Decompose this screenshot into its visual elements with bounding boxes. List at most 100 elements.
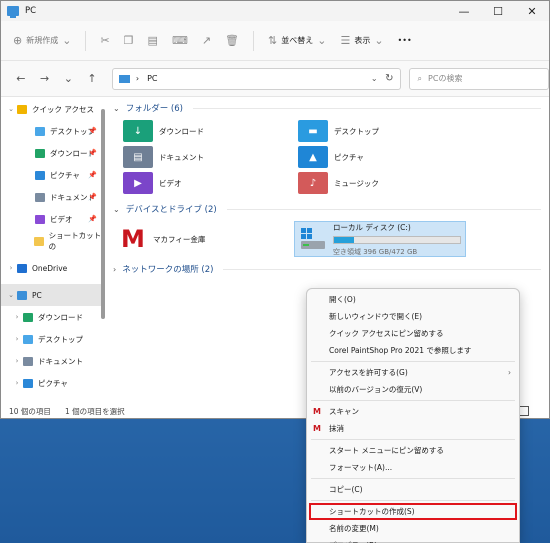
sidebar-item-pc-downloads[interactable]: › ダウンロード	[1, 306, 105, 328]
refresh-icon[interactable]: ↻	[385, 73, 393, 84]
sidebar-item-label: ショートカットの	[48, 231, 102, 251]
sidebar-item-downloads[interactable]: ダウンロード 📌	[1, 142, 105, 164]
sidebar-item-pc-documents[interactable]: › ドキュメント	[1, 350, 105, 372]
sidebar-item-pc-desktop[interactable]: › デスクトップ	[1, 328, 105, 350]
sidebar-item-quick-access[interactable]: ⌄ クイック アクセス	[1, 98, 105, 120]
forward-button[interactable]: →	[33, 72, 57, 85]
context-menu-item[interactable]: 以前のバージョンの復元(V)	[307, 381, 519, 398]
context-menu-item[interactable]: コピー(C)	[307, 481, 519, 498]
context-menu-item[interactable]: 名前の変更(M)	[307, 520, 519, 537]
windows-drive-icon	[299, 227, 327, 251]
context-menu-item[interactable]: 開く(O)	[307, 291, 519, 308]
chevron-icon[interactable]: ›	[11, 313, 23, 321]
download-icon	[23, 312, 33, 322]
context-menu-label: 以前のバージョンの復元(V)	[329, 385, 423, 394]
folder-grid: ↓ ダウンロード ▬ デスクトップ ▤ ドキュメント ▲ ピクチャ ▶ ビデオ ♪ ミュージック	[109, 118, 549, 196]
documents-icon	[23, 356, 33, 366]
sort-button[interactable]: ⇅ 並べ替え ⌄	[268, 34, 326, 47]
folder-item[interactable]: ▲ ピクチャ	[298, 144, 473, 170]
paste-button[interactable]: ▤	[148, 34, 158, 47]
paste-icon: ▤	[147, 34, 158, 47]
chevron-icon[interactable]: ›	[11, 335, 23, 343]
star-icon	[17, 104, 27, 114]
folders-group-header[interactable]: ⌄ フォルダー (6)	[109, 98, 549, 118]
chevron-down-icon: ⌄	[113, 204, 120, 214]
context-menu-item[interactable]: 新しいウィンドウで開く(E)	[307, 308, 519, 325]
view-icon: ☰	[340, 34, 351, 47]
view-button[interactable]: ☰ 表示 ⌄	[340, 34, 383, 47]
pin-icon: 📌	[88, 215, 97, 223]
search-icon: ⌕	[417, 73, 423, 83]
share-button[interactable]: ↗	[202, 34, 211, 47]
new-label: 新規作成	[26, 36, 59, 45]
minimize-button[interactable]: —	[447, 1, 481, 21]
chevron-down-icon[interactable]: ⌄	[371, 74, 378, 83]
sidebar-item-shortcut-folder[interactable]: ショートカットの	[1, 230, 105, 252]
chevron-icon[interactable]: ⌄	[5, 291, 17, 299]
maximize-button[interactable]: ☐	[481, 1, 515, 21]
sidebar-item-pc[interactable]: ⌄ PC	[1, 284, 105, 306]
copy-button[interactable]: ❐	[124, 34, 134, 47]
drives-group-header[interactable]: ⌄ デバイスとドライブ (2)	[109, 199, 549, 219]
selected-count: 1 個の項目を選択	[64, 406, 125, 416]
context-menu-label: 開く(O)	[329, 295, 356, 304]
context-menu-item[interactable]: ショートカットの作成(S)	[309, 503, 517, 520]
folder-item[interactable]: ▶ ビデオ	[123, 170, 298, 196]
command-bar: ⊕ 新規作成 ⌄ ✂ ❐ ▤ ⌨ ↗ 🗑 ⇅ 並べ替え ⌄ ☰ 表示 ⌄ •••	[1, 21, 549, 61]
folders-header-label: フォルダー (6)	[125, 104, 183, 114]
context-menu-item[interactable]: プロパティ(R)	[307, 537, 519, 543]
rename-button[interactable]: ⌨	[172, 34, 188, 47]
chevron-icon[interactable]: ›	[11, 357, 23, 365]
back-button[interactable]: ←	[9, 72, 33, 85]
new-button[interactable]: ⊕ 新規作成 ⌄	[13, 34, 71, 47]
context-menu-item[interactable]: クイック アクセスにピン留めする	[307, 325, 519, 342]
chevron-icon[interactable]: ›	[11, 379, 23, 387]
sidebar-item-pictures[interactable]: ピクチャ 📌	[1, 164, 105, 186]
sidebar-scrollbar[interactable]	[101, 109, 105, 319]
pictures-icon	[35, 170, 45, 180]
close-button[interactable]: ✕	[515, 1, 549, 21]
pictures-icon	[23, 378, 33, 388]
copy-icon: ❐	[123, 34, 134, 47]
context-menu-item[interactable]: アクセスを許可する(G) ›	[307, 364, 519, 381]
context-menu-label: スキャン	[329, 407, 359, 416]
sidebar-item-label: ダウンロード	[38, 312, 83, 322]
chevron-icon[interactable]: ›	[5, 264, 17, 272]
desktop-icon	[23, 334, 33, 344]
sidebar-item-videos[interactable]: ビデオ 📌	[1, 208, 105, 230]
search-input[interactable]: ⌕ PCの検索	[408, 67, 549, 90]
toolbar-divider	[253, 30, 255, 51]
breadcrumb[interactable]: PC	[147, 74, 157, 83]
mcafee-icon: M	[313, 424, 321, 433]
folder-item[interactable]: ▬ デスクトップ	[298, 118, 473, 144]
sidebar-item-pc-pictures[interactable]: › ピクチャ	[1, 372, 105, 394]
sidebar-item-desktop[interactable]: デスクトップ 📌	[1, 120, 105, 142]
chevron-down-icon: ⌄	[113, 103, 120, 113]
context-menu-item[interactable]: M スキャン	[307, 403, 519, 420]
delete-button[interactable]: 🗑	[225, 34, 239, 47]
context-menu-item[interactable]: スタート メニューにピン留めする	[307, 442, 519, 459]
divider	[223, 268, 541, 270]
folder-item[interactable]: ♪ ミュージック	[298, 170, 473, 196]
folder-item[interactable]: ▤ ドキュメント	[123, 144, 298, 170]
sidebar-item-label: PC	[32, 290, 42, 300]
pc-icon	[118, 74, 130, 83]
sidebar-item-documents[interactable]: ドキュメント 📌	[1, 186, 105, 208]
context-menu-item[interactable]: M 抹消	[307, 420, 519, 437]
sidebar-item-onedrive[interactable]: › OneDrive	[1, 257, 105, 279]
tiles-view-icon[interactable]	[519, 406, 529, 416]
context-menu-item[interactable]: Corel PaintShop Pro 2021 で参照します	[307, 342, 519, 359]
more-button[interactable]: •••	[398, 36, 412, 45]
dropdown-history-button[interactable]: ⌄	[56, 72, 80, 85]
local-disk-item[interactable]: ローカル ディスク (C:) 空き領域 396 GB/472 GB	[294, 221, 466, 257]
up-button[interactable]: ↑	[80, 72, 104, 85]
context-menu-item[interactable]: フォーマット(A)...	[307, 459, 519, 476]
context-menu-label: ショートカットの作成(S)	[329, 507, 415, 516]
context-menu-label: 新しいウィンドウで開く(E)	[329, 312, 423, 321]
folder-item[interactable]: ↓ ダウンロード	[123, 118, 298, 144]
chevron-icon[interactable]: ⌄	[5, 105, 17, 113]
address-bar[interactable]: › PC ⌄ ↻	[111, 67, 401, 90]
cut-button[interactable]: ✂	[100, 34, 109, 47]
mcafee-vault-item[interactable]: M マカフィー金庫	[119, 225, 294, 253]
network-group-header[interactable]: › ネットワークの場所 (2)	[109, 259, 549, 279]
